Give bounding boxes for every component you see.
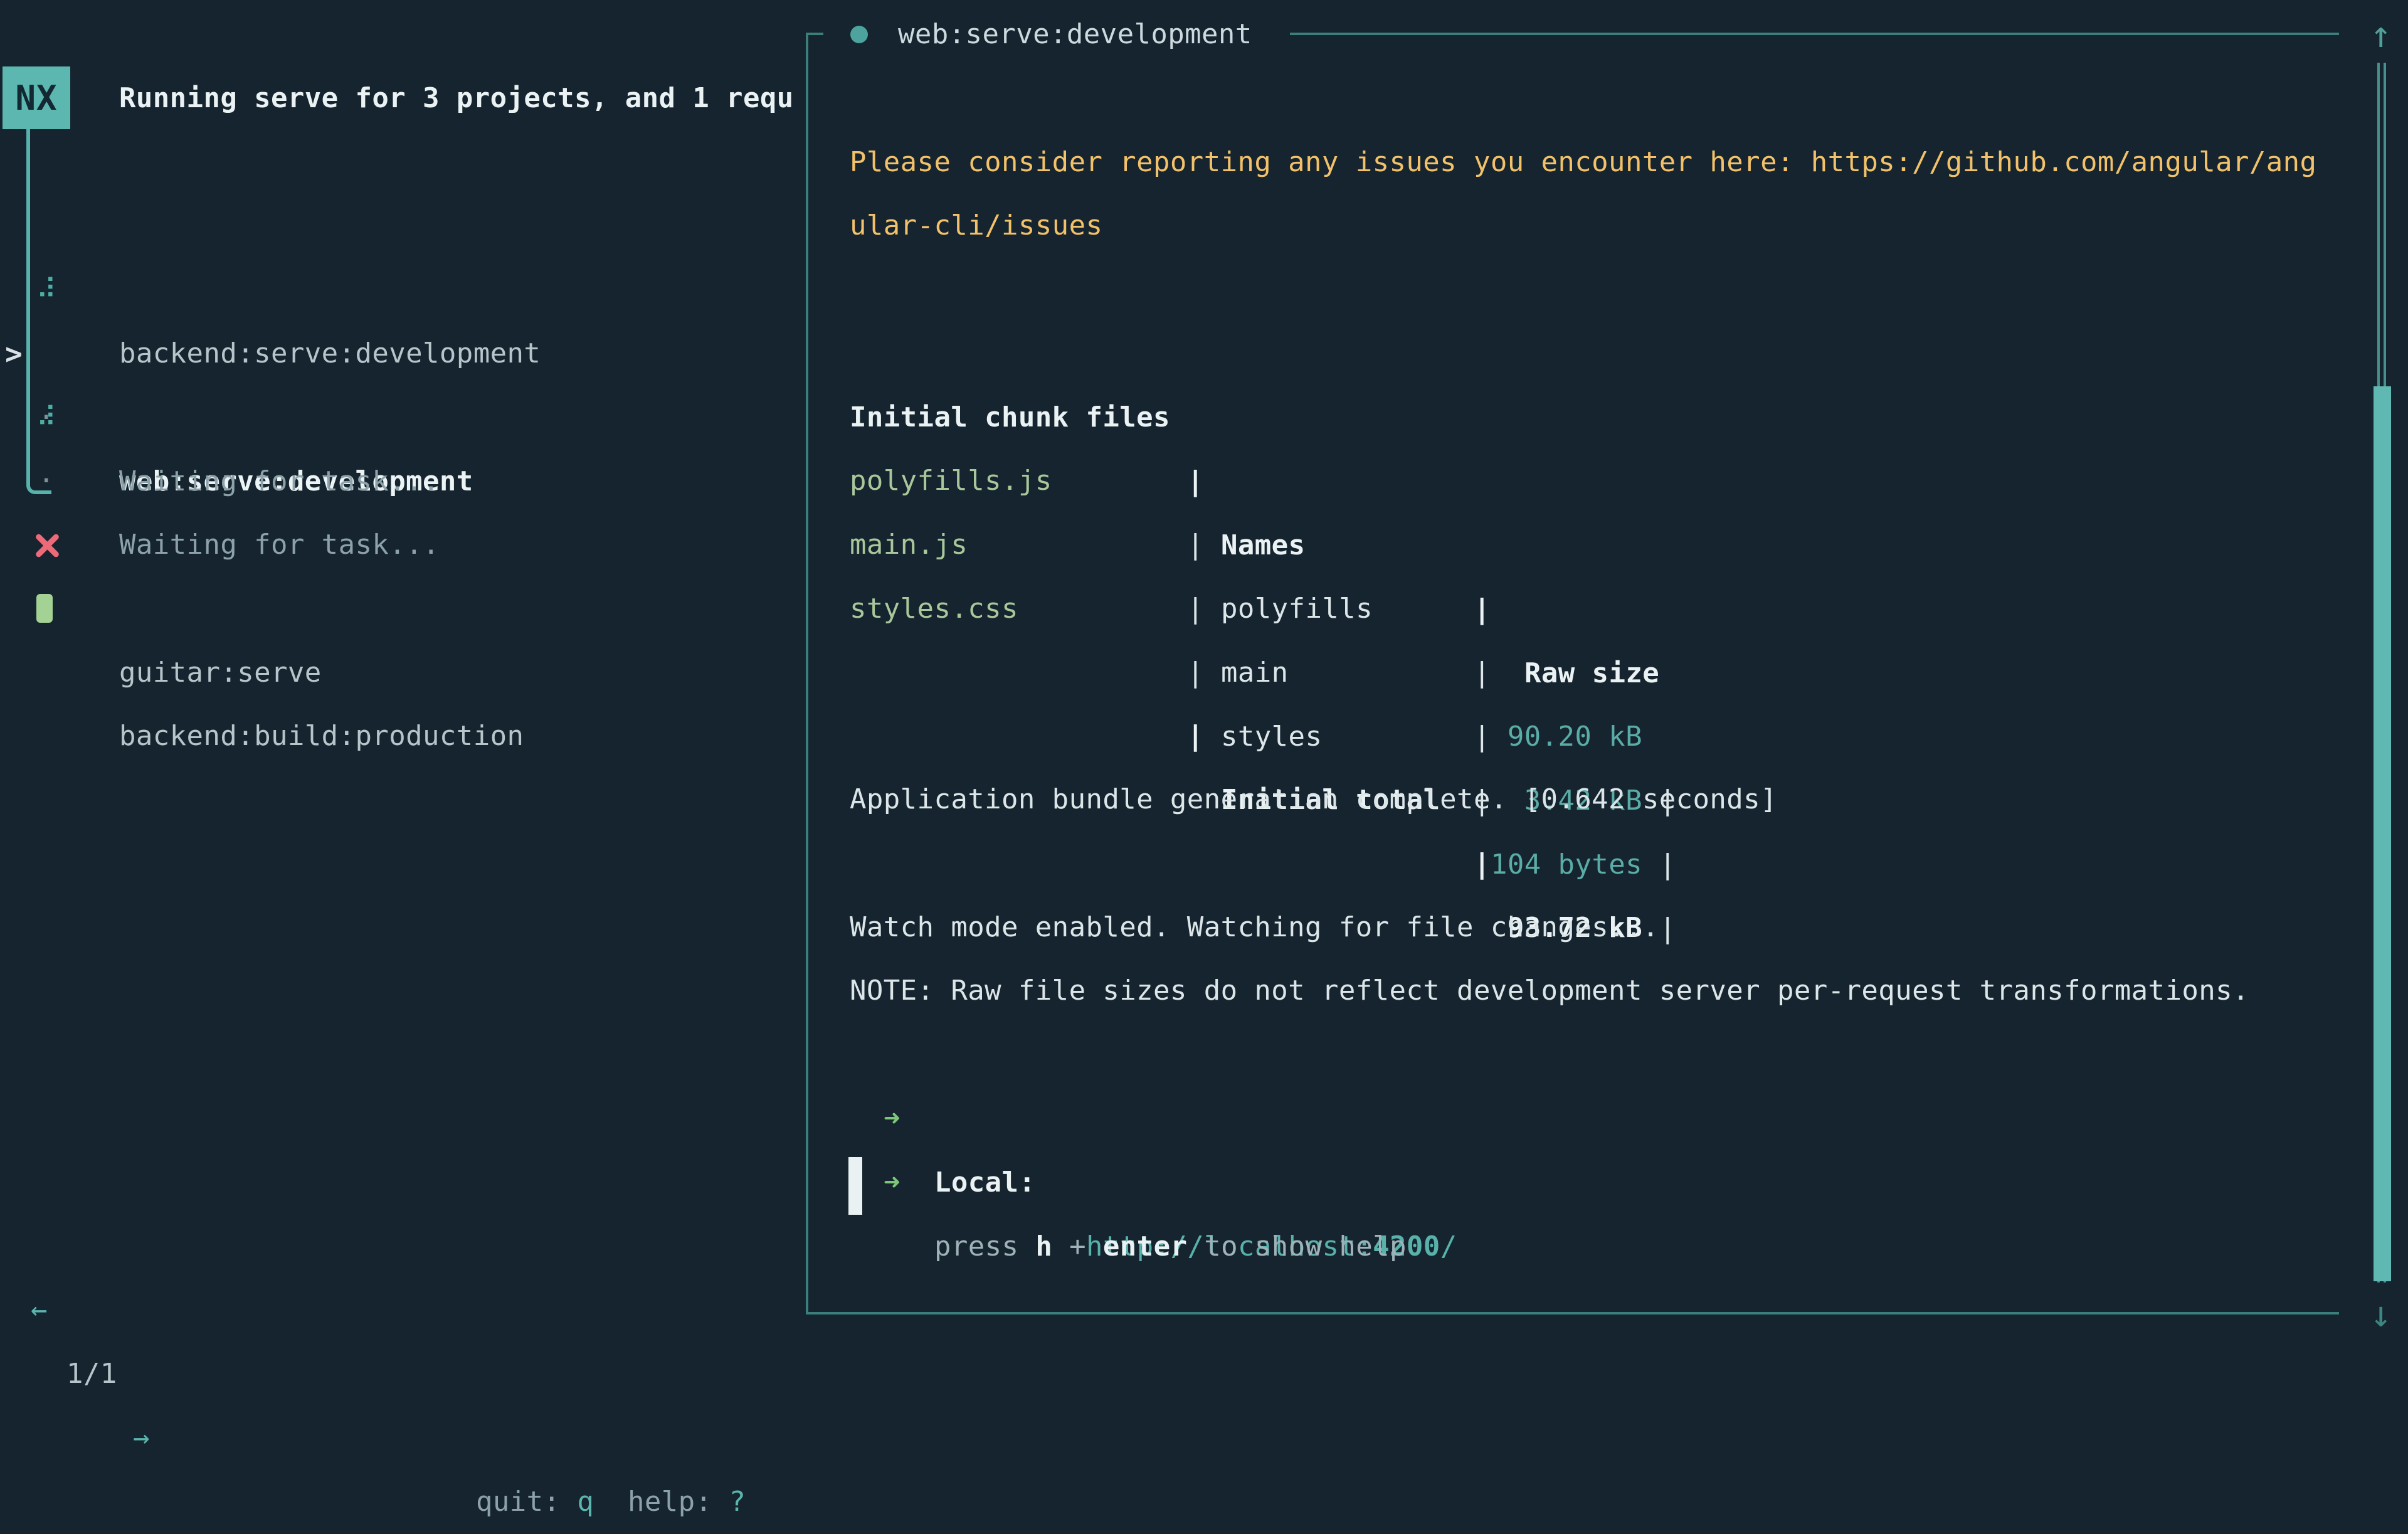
local-label: Local: (934, 1151, 1035, 1215)
local-server-line: ➜ Local: http://localhost:4200/ (0, 1023, 34, 1087)
task-label: guitar:serve (119, 641, 322, 705)
scroll-up-icon[interactable]: ↑ (2365, 6, 2397, 63)
header-files: Initial chunk files (850, 386, 1170, 450)
pipe: | (1659, 833, 1676, 897)
terminal-notice-line-1: Please consider reporting any issues you… (850, 130, 2316, 194)
panel-title: web:serve:development (898, 3, 1252, 66)
page-indicator: 1/1 (66, 1342, 117, 1406)
chunk-table-row: main.js | main | 3.42 kB | (0, 449, 34, 513)
waiting-dot-icon: · (34, 449, 59, 513)
bundle-complete-line: Application bundle generation complete. … (850, 768, 1777, 832)
nx-logo: NX (3, 66, 70, 129)
chunk-table-header: Initial chunk files | Names | Raw size (0, 322, 34, 386)
sidebar-item-waiting-2[interactable]: · Waiting for task... (0, 385, 803, 449)
page-next-arrow[interactable]: → (133, 1406, 150, 1470)
sidebar-footer: ← 1/1 → quit: q help: ? (0, 1214, 803, 1278)
panel-border-bottom (806, 1312, 2339, 1314)
sidebar-item-waiting-1[interactable]: · Waiting for task... (0, 322, 803, 386)
panel-border-top (1290, 33, 2339, 35)
header-raw-size: Raw size (1524, 642, 1659, 706)
watch-mode-line: Watch mode enabled. Watching for file ch… (850, 896, 1659, 960)
sidebar-item-guitar-serve[interactable]: guitar:serve (0, 513, 803, 577)
cell-name: polyfills (1221, 577, 1373, 641)
pipe: | (1187, 450, 1204, 514)
terminal-cursor (848, 1157, 862, 1215)
cell-size: 90.20 kB (1491, 705, 1642, 769)
pipe: | (1187, 641, 1204, 705)
sidebar-item-web-serve[interactable]: > ⠼ web:serve:development (0, 258, 803, 322)
chunk-table-row: styles.css | styles | 104 bytes | (0, 513, 34, 577)
success-square-icon (36, 594, 53, 623)
cell-size: 104 bytes (1491, 833, 1642, 897)
help-label: help: (594, 1486, 729, 1518)
pipe: | (1474, 578, 1491, 642)
panel-border-left (806, 33, 808, 1314)
panel-border-top-corner (806, 33, 823, 35)
running-bullet-icon (850, 26, 868, 43)
terminal-notice-line-2: ular-cli/issues (850, 194, 1102, 258)
task-label: Waiting for task... (119, 450, 440, 514)
key-enter: enter (1103, 1230, 1187, 1262)
sidebar-item-backend-serve[interactable]: ⠼ backend:serve:development (0, 194, 803, 258)
cell-file: main.js (850, 513, 968, 577)
shortcut-hints: quit: q help: ? (476, 1470, 746, 1534)
pipe: | (1187, 513, 1204, 577)
cell-name: styles (1221, 705, 1322, 769)
sidebar-title: Running serve for 3 projects, and 1 requ (119, 66, 806, 130)
scrollbar-thumb[interactable] (2374, 386, 2391, 1281)
arrow-icon: ➜ (884, 1087, 900, 1151)
help-hint-line: ➜ press h + enter to show help (0, 1087, 34, 1151)
task-label: backend:build:production (119, 704, 524, 768)
cell-file: styles.css (850, 577, 1018, 641)
pipe: | (1474, 705, 1491, 769)
scroll-down-icon[interactable]: ↓ (2365, 1286, 2397, 1342)
key-h: h (1035, 1230, 1052, 1262)
pipe: | (1474, 832, 1491, 896)
header-names: Names (1221, 514, 1305, 578)
cell-name: main (1221, 641, 1289, 705)
arrow-icon: ➜ (884, 1151, 900, 1215)
error-x-icon (34, 532, 60, 559)
quit-key[interactable]: q (577, 1486, 594, 1518)
pipe: | (1187, 704, 1204, 768)
pipe: | (1659, 897, 1676, 961)
quit-label: quit: (476, 1486, 577, 1518)
page-prev-arrow[interactable]: ← (31, 1278, 48, 1342)
help-key[interactable]: ? (729, 1486, 746, 1518)
url-suffix: / (1440, 1230, 1457, 1262)
note-line: NOTE: Raw file sizes do not reflect deve… (850, 959, 2249, 1023)
pipe: | (1187, 577, 1204, 641)
sidebar-item-backend-build[interactable]: backend:build:production (0, 576, 803, 640)
chunk-table-total-row: | Initial total | 93.72 kB (0, 640, 34, 704)
cell-file: polyfills.js (850, 449, 1052, 513)
pipe: | (1474, 641, 1491, 705)
chunk-table-row: polyfills.js | polyfills | 90.20 kB | (0, 385, 34, 449)
help-hint-text: press h + enter to show help (934, 1215, 1407, 1279)
